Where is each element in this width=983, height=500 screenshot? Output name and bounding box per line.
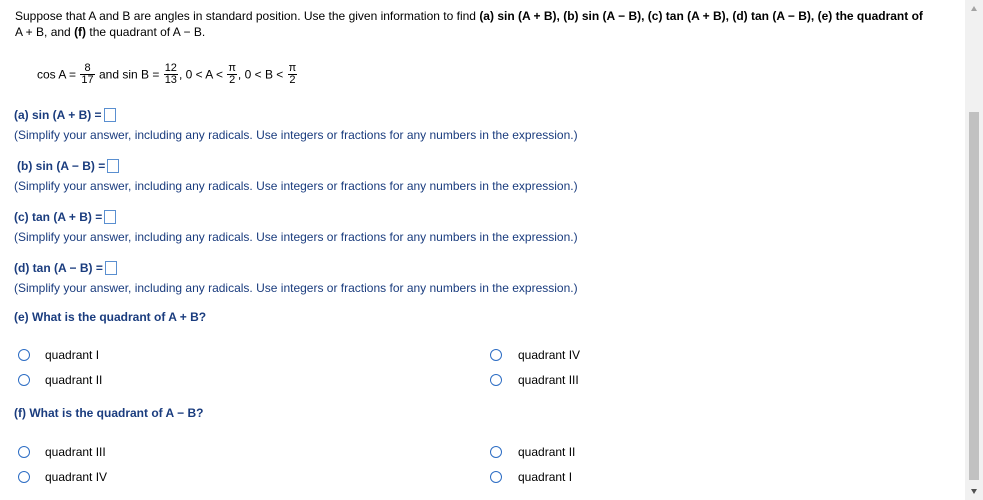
question-c: (c) tan (A + B) =	[14, 210, 117, 224]
given-information: cos A = 8 17 and sin B = 12 13, 0 < A < π2…	[37, 63, 298, 86]
option-e-left1[interactable]: quadrant I	[45, 348, 99, 362]
question-d: (d) tan (A − B) =	[14, 261, 117, 275]
question-b: (b) sin (A − B) =	[17, 159, 120, 173]
intro-line2-end: the quadrant of A − B.	[89, 24, 206, 39]
scroll-down-button[interactable]	[965, 482, 983, 500]
question-a-label: (a) sin (A + B) =	[14, 108, 102, 122]
option-e-right2[interactable]: quadrant III	[518, 373, 579, 387]
vertical-scrollbar[interactable]	[965, 0, 983, 500]
intro-line2: A + B, and	[15, 24, 71, 39]
pi-over-two-b: π2	[287, 63, 298, 86]
intro-text: Suppose that A and B are angles in stand…	[15, 9, 480, 23]
two-a: 2	[229, 74, 236, 86]
question-f-label: (f) What is the quadrant of A − B?	[14, 406, 204, 420]
two-b: 2	[289, 74, 296, 86]
option-f-left1[interactable]: quadrant III	[45, 445, 106, 459]
radio-f-quadrant-1[interactable]	[490, 471, 502, 483]
range-a: , 0 < A <	[178, 67, 223, 82]
hint-b: (Simplify your answer, including any rad…	[14, 179, 578, 193]
question-e: (e) What is the quadrant of A + B?	[14, 310, 206, 324]
option-f-left2[interactable]: quadrant IV	[45, 470, 107, 484]
problem-statement: Suppose that A and B are angles in stand…	[15, 9, 960, 40]
question-a: (a) sin (A + B) =	[14, 108, 116, 122]
part-d-ref: (d) tan (A − B),	[732, 9, 815, 23]
chevron-down-icon	[971, 489, 977, 494]
scrollbar-thumb[interactable]	[969, 112, 979, 480]
question-b-label: (b) sin (A − B) =	[17, 159, 106, 173]
option-f-right2[interactable]: quadrant I	[518, 470, 572, 484]
scroll-up-button[interactable]	[965, 0, 983, 18]
chevron-up-icon	[971, 6, 977, 11]
option-e-right1[interactable]: quadrant IV	[518, 348, 580, 362]
part-c-ref: (c) tan (A + B),	[647, 9, 730, 23]
radio-f-quadrant-3[interactable]	[18, 446, 30, 458]
question-d-label: (d) tan (A − B) =	[14, 261, 103, 275]
radio-e-quadrant-2[interactable]	[18, 374, 30, 386]
answer-a-input[interactable]	[103, 108, 116, 122]
cos-fraction: 8 17	[80, 63, 95, 86]
radio-f-quadrant-4[interactable]	[18, 471, 30, 483]
hint-d: (Simplify your answer, including any rad…	[14, 281, 578, 295]
radio-f-quadrant-2[interactable]	[490, 446, 502, 458]
cos-label: cos A =	[37, 67, 77, 82]
cos-denominator: 17	[81, 74, 94, 86]
question-f: (f) What is the quadrant of A − B?	[14, 406, 203, 420]
question-e-label: (e) What is the quadrant of A + B?	[14, 310, 207, 324]
option-e-left2[interactable]: quadrant II	[45, 373, 102, 387]
hint-a: (Simplify your answer, including any rad…	[14, 128, 578, 142]
part-a-ref: (a) sin (A + B),	[479, 9, 560, 23]
hint-c: (Simplify your answer, including any rad…	[14, 230, 578, 244]
radio-e-quadrant-3[interactable]	[490, 374, 502, 386]
range-b: , 0 < B <	[237, 67, 284, 82]
option-f-right1[interactable]: quadrant II	[518, 445, 575, 459]
question-panel: Suppose that A and B are angles in stand…	[0, 0, 965, 500]
answer-c-input[interactable]	[104, 210, 117, 224]
question-c-label: (c) tan (A + B) =	[14, 210, 103, 224]
sin-denominator: 13	[164, 74, 177, 86]
sin-fraction: 12 13	[163, 63, 178, 86]
sin-label: and sin B =	[98, 67, 160, 82]
part-e-ref: (e) the quadrant of	[817, 9, 923, 23]
radio-e-quadrant-4[interactable]	[490, 349, 502, 361]
part-f-ref: (f)	[74, 24, 87, 39]
radio-e-quadrant-1[interactable]	[18, 349, 30, 361]
part-b-ref: (b) sin (A − B),	[563, 9, 645, 23]
pi-over-two-a: π2	[227, 63, 237, 86]
answer-d-input[interactable]	[104, 261, 117, 275]
answer-b-input[interactable]	[107, 159, 120, 173]
